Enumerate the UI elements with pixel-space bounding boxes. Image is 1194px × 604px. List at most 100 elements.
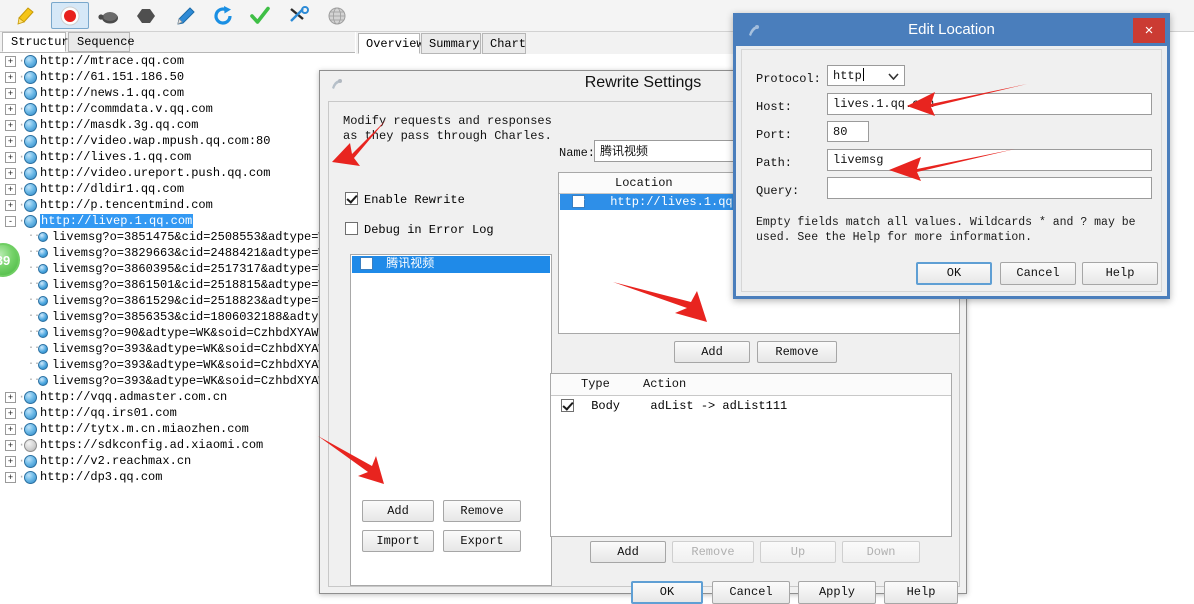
tree-row[interactable]: ·· livemsg?o=393&adtype=WK&soid=CzhbdXYAW… [0,357,340,373]
rewrite-set-checkbox[interactable] [360,257,373,270]
location-add-button[interactable]: Add [674,341,750,363]
expand-icon[interactable]: + [5,87,16,99]
location-remove-button[interactable]: Remove [757,341,837,363]
rewrite-ok-button[interactable]: OK [631,581,703,604]
host-icon [24,390,37,404]
protocol-select[interactable]: http [827,65,905,86]
rules-header-action: Action [643,377,687,391]
location-checkbox[interactable] [572,195,585,208]
tree-row[interactable]: + · http://v2.reachmax.cn [0,453,340,469]
tab-sequence[interactable]: Sequence [68,32,135,52]
expand-icon[interactable]: + [5,135,16,147]
port-label: Port: [756,128,793,142]
port-input[interactable]: 80 [827,121,869,142]
rules-panel[interactable]: Type Action Body adList -> adList111 [550,373,952,537]
sets-remove-button[interactable]: Remove [443,500,521,522]
session-view-tabs: Structure Sequence [0,32,355,53]
compose-icon[interactable] [166,2,204,29]
tree-row[interactable]: + · https://sdkconfig.ad.xiaomi.com [0,437,340,453]
rule-checkbox[interactable] [561,399,574,412]
throttle-icon[interactable] [90,2,128,29]
tree-connector: ·· [28,263,41,274]
tree-row[interactable]: ·· livemsg?o=3851475&cid=2508553&adtype=W… [0,229,340,245]
enable-rewrite-checkbox[interactable]: Enable Rewrite [345,192,465,207]
tree-row-label: http://dp3.qq.com [40,470,163,484]
expand-icon[interactable]: + [5,71,16,83]
expand-icon[interactable]: + [5,455,16,467]
tree-row[interactable]: + · http://vqq.admaster.com.cn [0,389,340,405]
host-input[interactable]: lives.1.qq.com [827,93,1152,115]
expand-icon[interactable]: + [5,391,16,403]
tree-row[interactable]: + · http://dp3.qq.com [0,469,340,485]
tree-row[interactable]: + · http://video.ureport.push.qq.com [0,165,340,181]
session-tree[interactable]: + · http://mtrace.qq.com + · http://61.151.18… [0,53,340,556]
debug-error-log-checkbox[interactable]: Debug in Error Log [345,222,494,237]
charles-main-window: Structure Sequence + · http://mtrace.qq.co… [0,0,1194,604]
expand-icon[interactable]: + [5,471,16,483]
expand-icon[interactable]: + [5,439,16,451]
rewrite-apply-button[interactable]: Apply [798,581,876,604]
expand-icon[interactable]: + [5,119,16,131]
path-label: Path: [756,156,793,170]
tree-row[interactable]: + · http://p.tencentmind.com [0,197,340,213]
expand-icon[interactable]: + [5,183,16,195]
tree-row[interactable]: - · http://livep.1.qq.com [0,213,340,229]
query-input[interactable] [827,177,1152,199]
tab-overview[interactable]: Overview [358,33,424,54]
record-icon[interactable] [51,2,89,29]
tree-row[interactable]: ·· livemsg?o=3861529&cid=2518823&adtype=W… [0,293,340,309]
rules-header: Type Action [551,374,951,396]
tab-chart[interactable]: Chart [482,33,526,54]
tree-row[interactable]: + · http://commdata.v.qq.com [0,101,340,117]
sets-add-button[interactable]: Add [362,500,434,522]
tree-row[interactable]: ·· livemsg?o=393&adtype=WK&soid=CzhbdXYAW… [0,373,340,389]
clear-icon[interactable] [6,2,44,29]
stop-icon[interactable] [127,2,165,29]
host-icon [24,214,37,228]
expand-icon[interactable]: + [5,151,16,163]
rule-row[interactable]: Body adList -> adList111 [552,397,950,415]
edit-help-button[interactable]: Help [1082,262,1158,285]
tree-row[interactable]: + · http://news.1.qq.com [0,85,340,101]
expand-icon[interactable]: + [5,407,16,419]
expand-icon[interactable]: + [5,167,16,179]
rule-type: Body [591,399,621,413]
map-remote-icon[interactable] [318,2,356,29]
tree-row[interactable]: ·· livemsg?o=3829663&cid=2488421&adtype=W… [0,245,340,261]
sets-import-button[interactable]: Import [362,530,434,552]
tree-row[interactable]: ·· livemsg?o=90&adtype=WK&soid=CzhbdXYAWk… [0,325,340,341]
tree-row[interactable]: + · http://dldir1.qq.com [0,181,340,197]
tree-row[interactable]: + · http://mtrace.qq.com [0,53,340,69]
tree-row[interactable]: + · http://video.wap.mpush.qq.com:80 [0,133,340,149]
edit-ok-button[interactable]: OK [916,262,992,285]
expand-icon[interactable]: + [5,199,16,211]
sets-export-button[interactable]: Export [443,530,521,552]
tree-row[interactable]: + · http://qq.irs01.com [0,405,340,421]
tree-row[interactable]: + · http://masdk.3g.qq.com [0,117,340,133]
expand-icon[interactable]: + [5,103,16,115]
tree-row-label: http://mtrace.qq.com [40,54,185,68]
close-icon[interactable]: × [1133,18,1165,43]
tab-summary[interactable]: Summary [421,33,481,54]
tools-icon[interactable] [280,2,318,29]
tree-row[interactable]: + · http://tytx.m.cn.miaozhen.com [0,421,340,437]
expand-icon[interactable]: + [5,55,16,67]
path-input[interactable]: livemsg [827,149,1152,171]
expand-icon[interactable]: + [5,423,16,435]
tree-row[interactable]: ·· livemsg?o=3856353&cid=1806032188&adtyp… [0,309,340,325]
tree-row[interactable]: ·· livemsg?o=393&adtype=WK&soid=CzhbdXYAW… [0,341,340,357]
validate-icon[interactable] [241,2,279,29]
rewrite-set-row[interactable]: 腾讯视频 [352,256,550,273]
collapse-icon[interactable]: - [5,215,16,227]
tree-row[interactable]: ·· livemsg?o=3860395&cid=2517317&adtype=W… [0,261,340,277]
tree-row[interactable]: ·· livemsg?o=3861501&cid=2518815&adtype=W… [0,277,340,293]
tree-row[interactable]: + · http://61.151.186.50 [0,69,340,85]
name-label: Name: [559,146,596,160]
rule-add-button[interactable]: Add [590,541,666,563]
rewrite-cancel-button[interactable]: Cancel [712,581,790,604]
rewrite-help-button[interactable]: Help [884,581,958,604]
tab-structure[interactable]: Structure [2,32,76,52]
repeat-icon[interactable] [204,2,242,29]
tree-row[interactable]: + · http://lives.1.qq.com [0,149,340,165]
edit-cancel-button[interactable]: Cancel [1000,262,1076,285]
